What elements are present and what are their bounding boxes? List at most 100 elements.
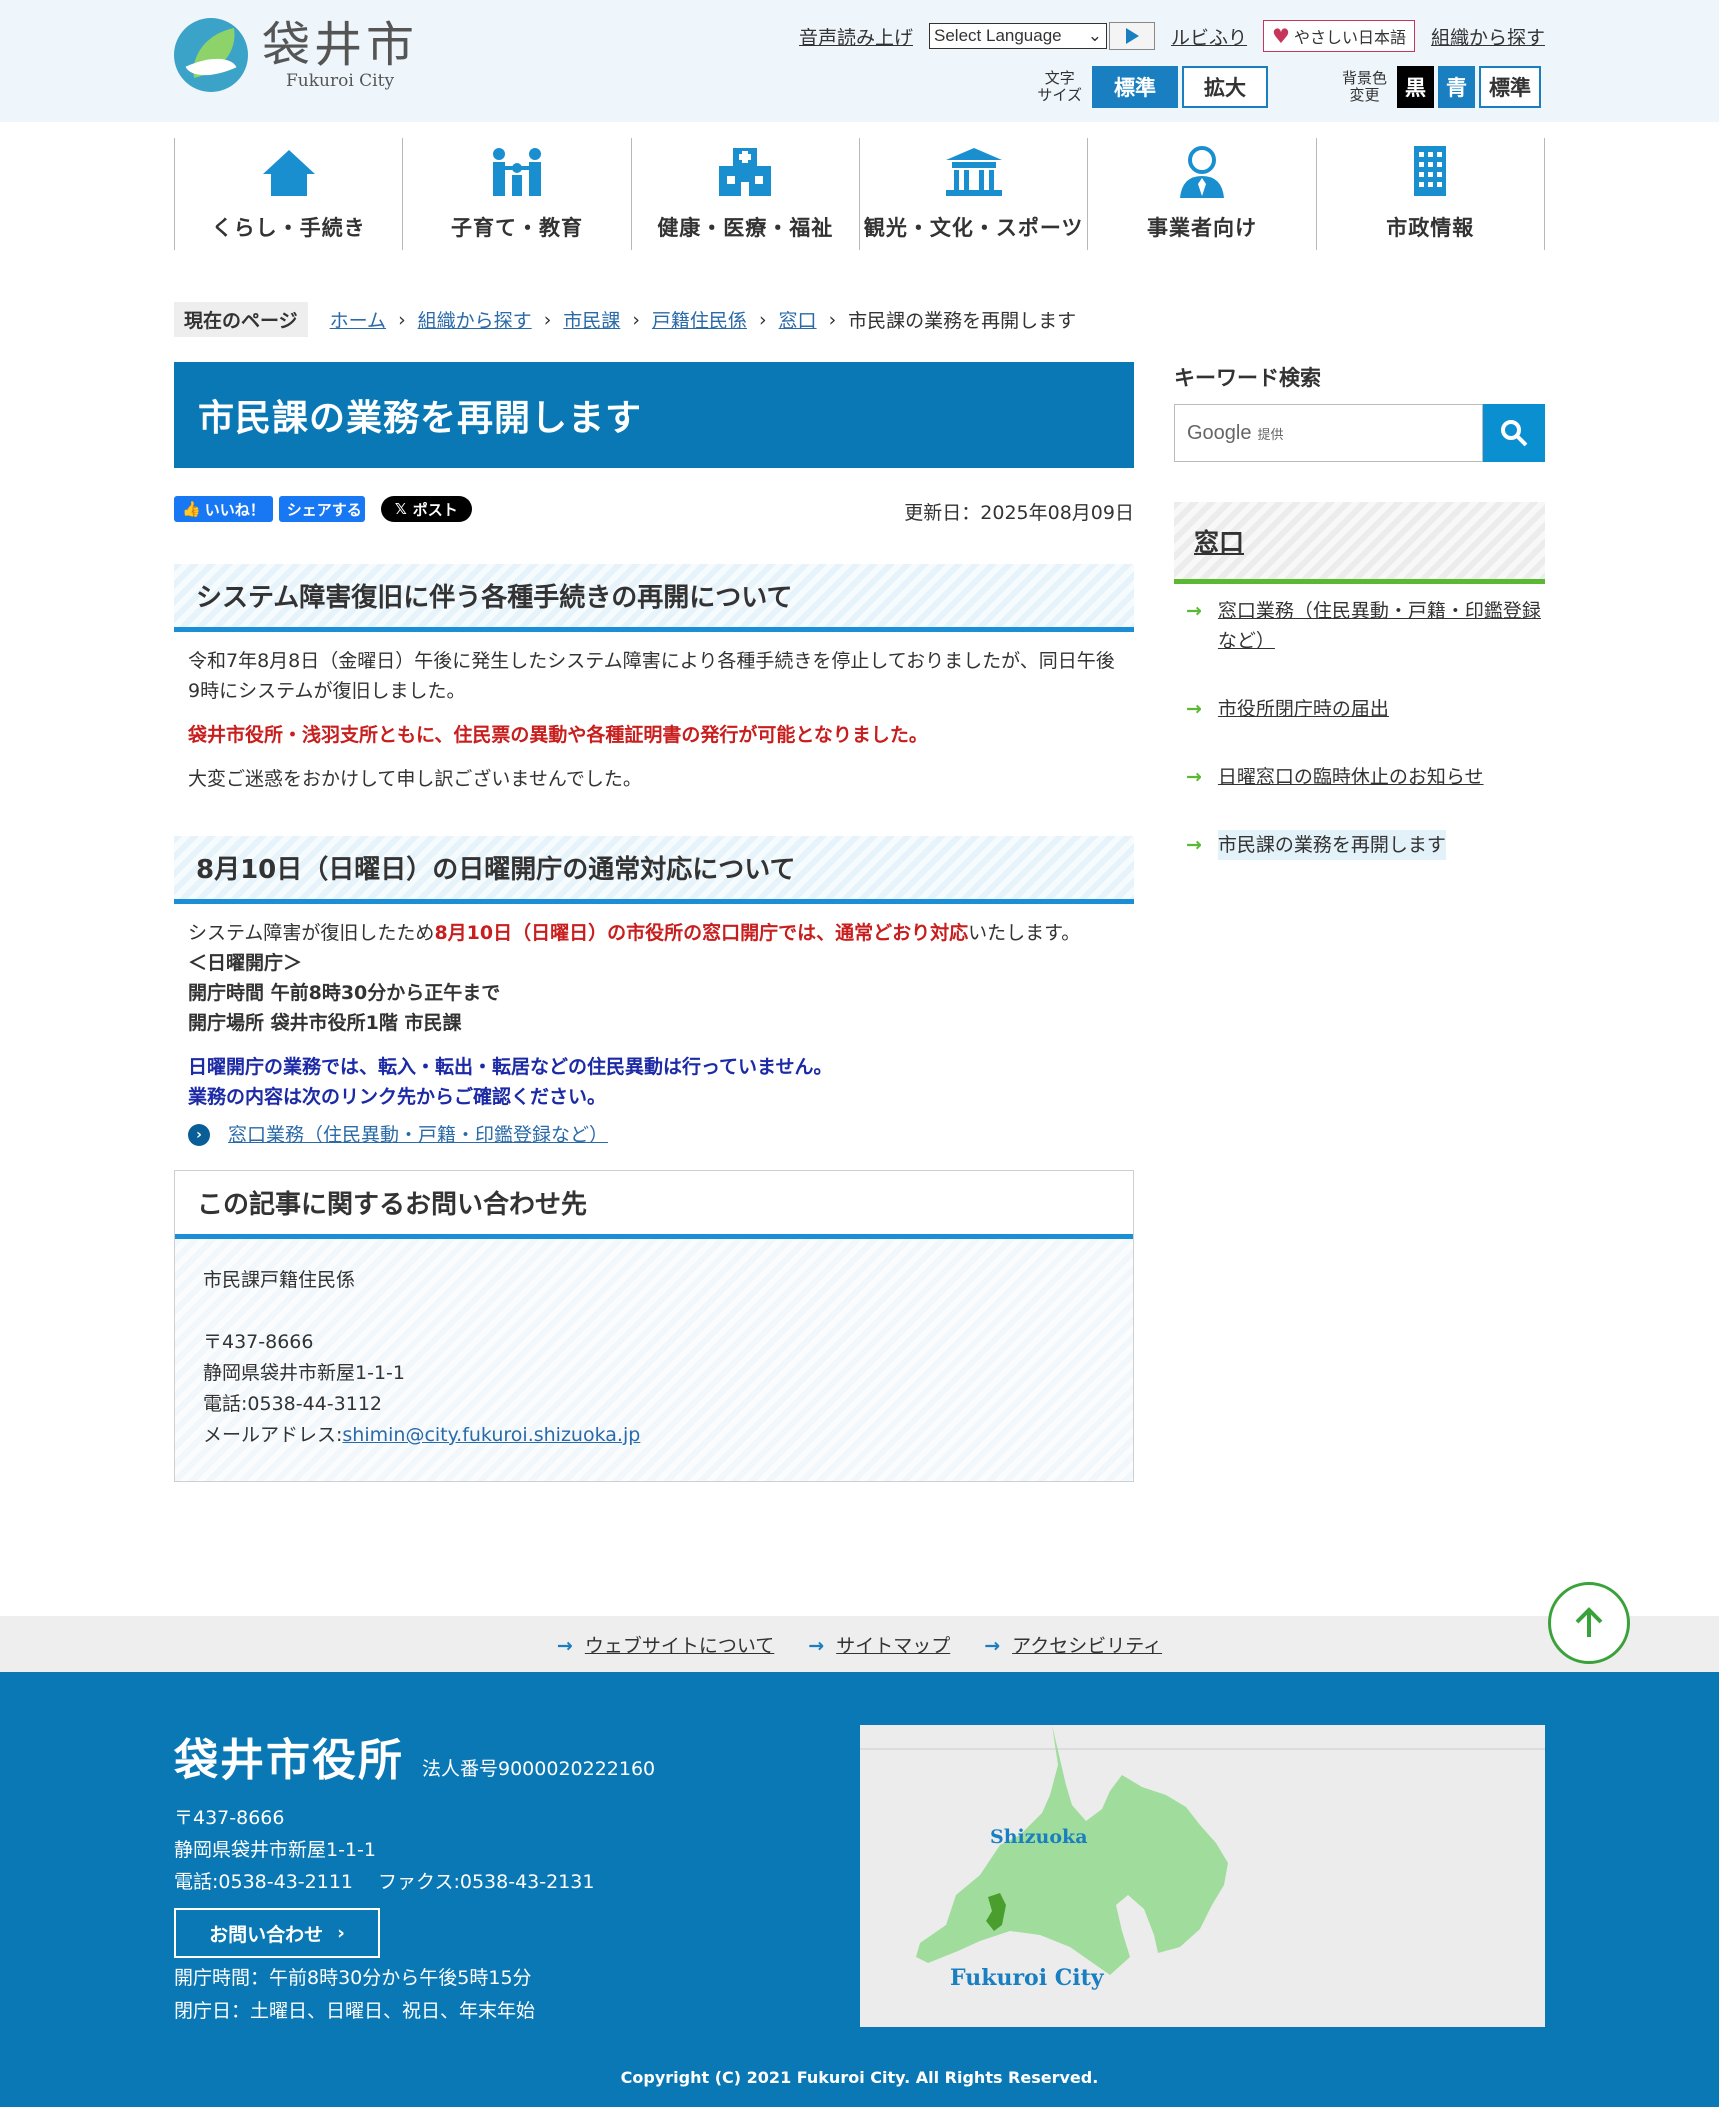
building-icon (1414, 146, 1447, 196)
section-body: システム障害が復旧したため8月10日（日曜日）の市役所の窓口開庁では、通常どおり… (174, 904, 1134, 1150)
breadcrumb-family-register[interactable]: 戸籍住民係 (652, 306, 747, 333)
nav-living[interactable]: くらし・手続き (174, 138, 402, 250)
arrow-up-icon (1575, 1607, 1603, 1637)
counter-services-link[interactable]: › 窓口業務（住民異動・戸籍・印鑑登録など） (188, 1120, 1120, 1150)
site-logo[interactable]: 袋井市 Fukuroi City (174, 18, 418, 92)
leaf-logo-icon (174, 18, 248, 92)
facebook-like-button[interactable]: 👍 いいね！ (174, 496, 273, 522)
section-heading: 8月10日（日曜日）の日曜開庁の通常対応について (174, 836, 1134, 904)
ruby-link[interactable]: ルビふり (1171, 23, 1247, 50)
arrow-right-icon: → (1186, 834, 1202, 856)
search-input[interactable]: Google 提供 (1174, 404, 1483, 462)
logo-english: Fukuroi City (285, 71, 395, 91)
svg-text:Shizuoka: Shizuoka (990, 1826, 1088, 1848)
search-button[interactable] (1483, 404, 1545, 462)
home-icon (262, 150, 315, 196)
side-menu-item[interactable]: → 市役所閉庁時の届出 (1174, 694, 1545, 724)
contact-body: 市民課戸籍住民係 〒437-8666 静岡県袋井市新屋1-1-1 電話:0538… (175, 1239, 1133, 1481)
search-form: Google 提供 (1174, 404, 1545, 462)
nav-tourism[interactable]: 観光・文化・スポーツ (858, 138, 1087, 250)
thumbs-up-icon: 👍 (182, 500, 201, 518)
shizuoka-map-icon: Shizuoka Fukuroi City (860, 1725, 1545, 1991)
chevron-right-icon: › (337, 1922, 345, 1944)
x-post-button[interactable]: 𝕏 ポスト (380, 496, 472, 522)
side-menu-item[interactable]: → 日曜窓口の臨時休止のお知らせ (1174, 762, 1545, 792)
arrow-right-icon: → (984, 1634, 1001, 1657)
display-settings: 文字 サイズ 標準 拡大 背景色 変更 黒 青 標準 (1037, 66, 1545, 108)
utility-links: 音声読み上げ Select Language ⌄ ルビふり ♥ やさしい日本語 組織… (799, 20, 1545, 52)
font-size-label: 文字 サイズ (1037, 69, 1082, 104)
bg-blue-button[interactable]: 青 (1438, 66, 1475, 108)
chevron-right-icon: › (632, 308, 640, 331)
bg-standard-button[interactable]: 標準 (1479, 66, 1541, 108)
arrow-right-icon: → (1186, 698, 1202, 720)
easy-japanese-button[interactable]: ♥ やさしい日本語 (1263, 20, 1415, 52)
svg-text:Fukuroi City: Fukuroi City (950, 1965, 1105, 1991)
footer-accessibility-link[interactable]: アクセシビリティ (1012, 1635, 1162, 1657)
voice-readout-link[interactable]: 音声読み上げ (799, 23, 913, 50)
section-heading: システム障害復旧に伴う各種手続きの再開について (174, 564, 1134, 632)
footer-corp-number: 法人番号9000020222160 (422, 1758, 656, 1780)
keyword-search-title: キーワード検索 (1174, 366, 1321, 390)
language-go-button[interactable] (1109, 22, 1156, 50)
side-menu-title[interactable]: 窓口 (1174, 502, 1545, 584)
main-content: 市民課の業務を再開します 👍 いいね！ シェアする 𝕏 ポスト 更新日：2025年0… (174, 362, 1134, 1482)
footer-hours: 開庁時間：午前8時30分から午後5時15分 閉庁日：土曜日、日曜日、祝日、年末年… (174, 1967, 536, 2022)
chevron-right-icon: › (828, 308, 837, 331)
chevron-right-icon: › (758, 308, 767, 331)
bg-color-label: 背景色 変更 (1341, 69, 1387, 104)
breadcrumb-home[interactable]: ホーム (330, 306, 386, 333)
footer-address: 〒437-8666 静岡県袋井市新屋1-1-1 電話:0538-43-2111 … (174, 1807, 595, 1893)
contact-email-link[interactable]: shimin@city.fukuroi.shizuoka.jp (342, 1424, 640, 1446)
hospital-icon (719, 148, 772, 196)
footer-about-link[interactable]: ウェブサイトについて (585, 1635, 774, 1657)
breadcrumb: 現在のページ ホーム › 組織から探す › 市民課 › 戸籍住民係 › 窓口 ›… (174, 302, 1076, 337)
font-large-button[interactable]: 拡大 (1181, 66, 1268, 108)
global-nav: くらし・手続き 子育て・教育 健康・医療・福祉 観光・文化・スポーツ 事業者向け… (174, 138, 1545, 250)
footer-sitemap-link[interactable]: サイトマップ (836, 1635, 950, 1657)
page-top-button[interactable] (1548, 1582, 1630, 1664)
location-map: Shizuoka Fukuroi City (860, 1725, 1545, 2027)
arrow-right-icon: → (556, 1634, 573, 1657)
arrow-right-icon: → (808, 1634, 825, 1657)
footer-links: → ウェブサイトについて → サイトマップ → アクセシビリティ (0, 1616, 1719, 1672)
chevron-down-icon: ⌄ (1087, 26, 1103, 45)
facebook-share-button[interactable]: シェアする (278, 496, 365, 522)
arrow-right-icon: → (1186, 766, 1202, 788)
breadcrumb-org[interactable]: 組織から探す (418, 306, 532, 333)
breadcrumb-current-label: 現在のページ (174, 302, 308, 337)
play-icon (1125, 28, 1139, 44)
temple-icon (945, 148, 1002, 196)
font-standard-button[interactable]: 標準 (1091, 66, 1178, 108)
chevron-right-icon: › (543, 308, 552, 331)
breadcrumb-counter[interactable]: 窓口 (779, 306, 817, 333)
contact-box: この記事に関するお問い合わせ先 市民課戸籍住民係 〒437-8666 静岡県袋井… (174, 1170, 1134, 1482)
breadcrumb-citizen-dept[interactable]: 市民課 (563, 306, 620, 333)
page-title: 市民課の業務を再開します (174, 362, 1134, 468)
site-footer: 袋井市役所 法人番号9000020222160 〒437-8666 静岡県袋井市… (0, 1672, 1719, 2107)
side-menu-item[interactable]: → 窓口業務（住民異動・戸籍・印鑑登録など） (1174, 596, 1545, 656)
arrow-right-icon: → (1186, 600, 1202, 622)
breadcrumb-last: 市民課の業務を再開します (848, 310, 1077, 332)
updated-date: 更新日：2025年08月09日 (904, 502, 1134, 524)
section-body: 令和7年8月8日（金曜日）午後に発生したシステム障害により各種手続きを停止してお… (188, 650, 1115, 790)
side-menu: → 窓口業務（住民異動・戸籍・印鑑登録など） → 市役所閉庁時の届出 → 日曜窓口の臨… (1174, 596, 1545, 860)
search-icon (1501, 420, 1528, 447)
chevron-right-icon: › (398, 308, 406, 331)
bg-black-button[interactable]: 黒 (1397, 66, 1434, 108)
circle-chevron-right-icon: › (188, 1124, 210, 1146)
nav-business[interactable]: 事業者向け (1087, 138, 1315, 250)
language-select[interactable]: Select Language ⌄ (929, 23, 1108, 49)
sidebar: キーワード検索 Google 提供 窓口 → 窓口業務（住民異動・戸籍・印鑑登録など… (1174, 362, 1545, 898)
family-icon (492, 148, 541, 196)
contact-heading: この記事に関するお問い合わせ先 (175, 1171, 1133, 1239)
org-search-link[interactable]: 組織から探す (1431, 23, 1545, 50)
nav-health[interactable]: 健康・医療・福祉 (630, 138, 859, 250)
businessperson-icon (1179, 146, 1224, 198)
copyright: Copyright (C) 2021 Fukuroi City. All Rig… (620, 2068, 1099, 2087)
logo-japanese: 袋井市 (262, 17, 419, 73)
nav-city-info[interactable]: 市政情報 (1315, 138, 1545, 250)
footer-contact-button[interactable]: お問い合わせ › (174, 1908, 380, 1958)
nav-childcare[interactable]: 子育て・教育 (402, 138, 630, 250)
share-row: 👍 いいね！ シェアする 𝕏 ポスト 更新日：2025年08月09日 (174, 494, 1134, 524)
